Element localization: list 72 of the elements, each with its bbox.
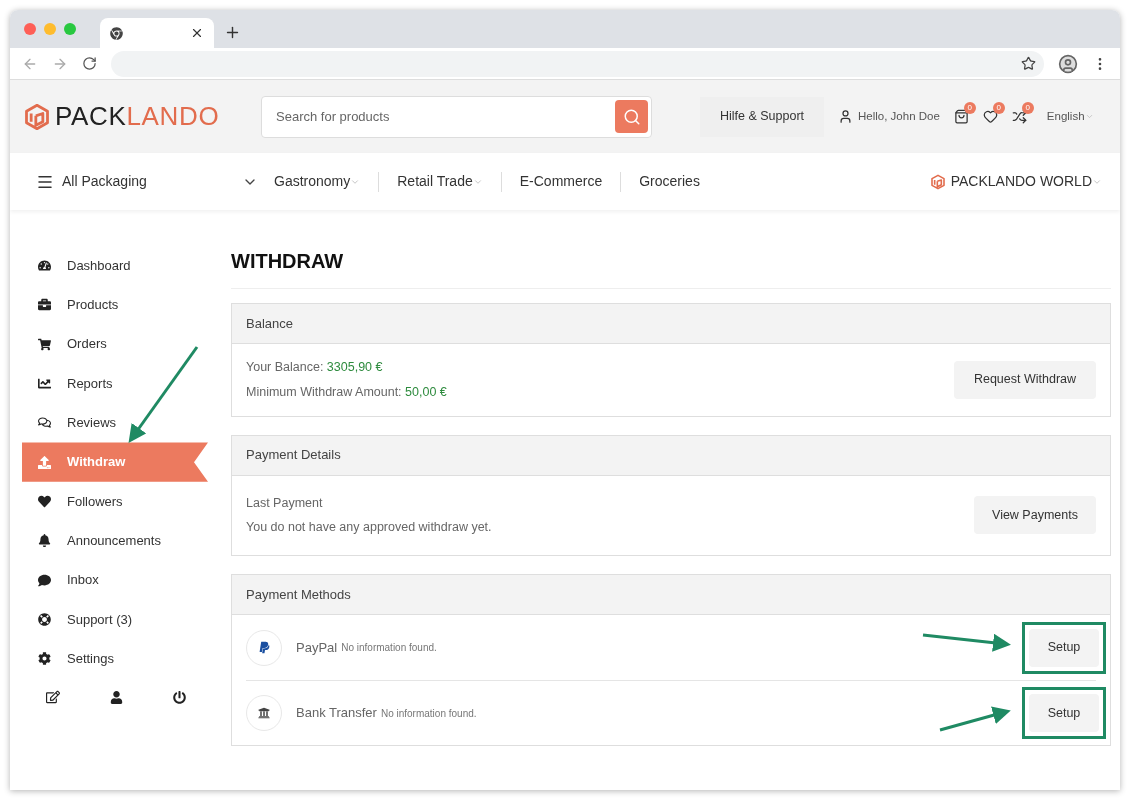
method-name: PayPal bbox=[296, 638, 338, 657]
sidebar-item[interactable]: Reports bbox=[22, 363, 208, 404]
sidebar-item[interactable]: Orders bbox=[22, 324, 208, 364]
sidebar-icon bbox=[38, 494, 51, 508]
count-badge: 0 bbox=[992, 102, 1005, 114]
sidebar-item[interactable]: Followers bbox=[22, 481, 208, 522]
sidebar-icon bbox=[38, 259, 51, 273]
sidebar-icon bbox=[38, 534, 51, 548]
sidebar-icon bbox=[38, 377, 51, 391]
chevron-down-icon bbox=[1084, 112, 1094, 121]
method-note: No information found. bbox=[380, 706, 477, 721]
view-payments-button[interactable]: View Payments bbox=[974, 496, 1096, 535]
all-packaging-menu[interactable]: All Packaging bbox=[62, 171, 242, 192]
sidebar-item[interactable]: Dashboard bbox=[22, 246, 208, 286]
heart-icon[interactable] bbox=[982, 109, 998, 124]
search-bar[interactable]: Search for products bbox=[261, 95, 652, 138]
category-link[interactable]: Retail Trade bbox=[397, 171, 483, 192]
sidebar-icon bbox=[38, 298, 51, 312]
setup-button[interactable]: Setup bbox=[1029, 628, 1099, 667]
balance-text: Minimum Withdraw Amount: 50,00 € bbox=[246, 383, 447, 401]
sidebar-item[interactable]: Reviews bbox=[22, 403, 208, 443]
method-note: No information found. bbox=[341, 641, 437, 655]
sidebar-item[interactable]: Settings bbox=[22, 638, 208, 679]
browser-logo-icon bbox=[110, 26, 123, 40]
user-icon[interactable] bbox=[838, 109, 853, 124]
close-icon[interactable] bbox=[190, 26, 204, 40]
method-name: Bank Transfer bbox=[296, 704, 377, 723]
sidebar-icon bbox=[38, 416, 51, 430]
panel-title: Payment Methods bbox=[246, 585, 351, 604]
sidebar-icon bbox=[38, 612, 51, 626]
world-menu[interactable]: PACKLANDO WORLD bbox=[950, 171, 1102, 192]
search-icon bbox=[622, 107, 641, 126]
logo-text: PACKLANDO bbox=[55, 100, 220, 133]
balance-text: Your Balance: 3305,90 € bbox=[246, 359, 384, 376]
support-button[interactable]: Hilfe & Support bbox=[700, 96, 824, 137]
count-badge: 0 bbox=[963, 102, 976, 114]
setup-button[interactable]: Setup bbox=[1029, 694, 1099, 732]
sidebar-item[interactable]: Support (3) bbox=[22, 599, 208, 639]
profile-icon[interactable] bbox=[1058, 53, 1078, 74]
sidebar-item[interactable]: Inbox bbox=[22, 560, 208, 600]
reload-icon[interactable] bbox=[82, 56, 97, 71]
panel-title: Balance bbox=[246, 314, 293, 333]
user-icon[interactable] bbox=[110, 690, 123, 704]
bag-icon[interactable] bbox=[953, 109, 969, 124]
sidebar-icon bbox=[38, 337, 51, 351]
sidebar-item[interactable]: Announcements bbox=[22, 521, 208, 561]
new-tab-icon[interactable] bbox=[224, 24, 241, 41]
last-payment-text: You do not have any approved withdraw yet. bbox=[246, 519, 492, 537]
request-withdraw-button[interactable]: Request Withdraw bbox=[954, 360, 1096, 399]
count-badge: 0 bbox=[1021, 102, 1034, 114]
browser-tab[interactable] bbox=[100, 18, 214, 48]
logo-icon bbox=[929, 173, 946, 190]
last-payment-label: Last Payment bbox=[246, 494, 324, 512]
search-field[interactable]: Search for products bbox=[276, 106, 615, 127]
search-button[interactable] bbox=[615, 100, 648, 133]
power-icon[interactable] bbox=[173, 690, 186, 704]
annotation-arrow bbox=[939, 706, 1011, 732]
sidebar-icon bbox=[38, 455, 51, 469]
sidebar-icon bbox=[38, 652, 51, 666]
category-link[interactable]: E-Commerce bbox=[519, 171, 603, 192]
panel-title: Payment Details bbox=[246, 446, 341, 465]
category-link[interactable]: Groceries bbox=[639, 171, 700, 192]
category-link[interactable]: Gastronomy bbox=[274, 171, 361, 192]
logo-icon bbox=[23, 102, 51, 131]
paypal-icon bbox=[257, 641, 271, 654]
greeting-link[interactable]: Hello, John Doe bbox=[858, 107, 940, 126]
bank-icon bbox=[258, 707, 270, 719]
star-icon[interactable] bbox=[1021, 56, 1036, 71]
language-dropdown[interactable]: English bbox=[1046, 107, 1094, 126]
page-title: WITHDRAW bbox=[231, 246, 1111, 289]
sidebar-icon bbox=[38, 573, 51, 587]
sidebar-item[interactable]: Products bbox=[22, 285, 208, 325]
